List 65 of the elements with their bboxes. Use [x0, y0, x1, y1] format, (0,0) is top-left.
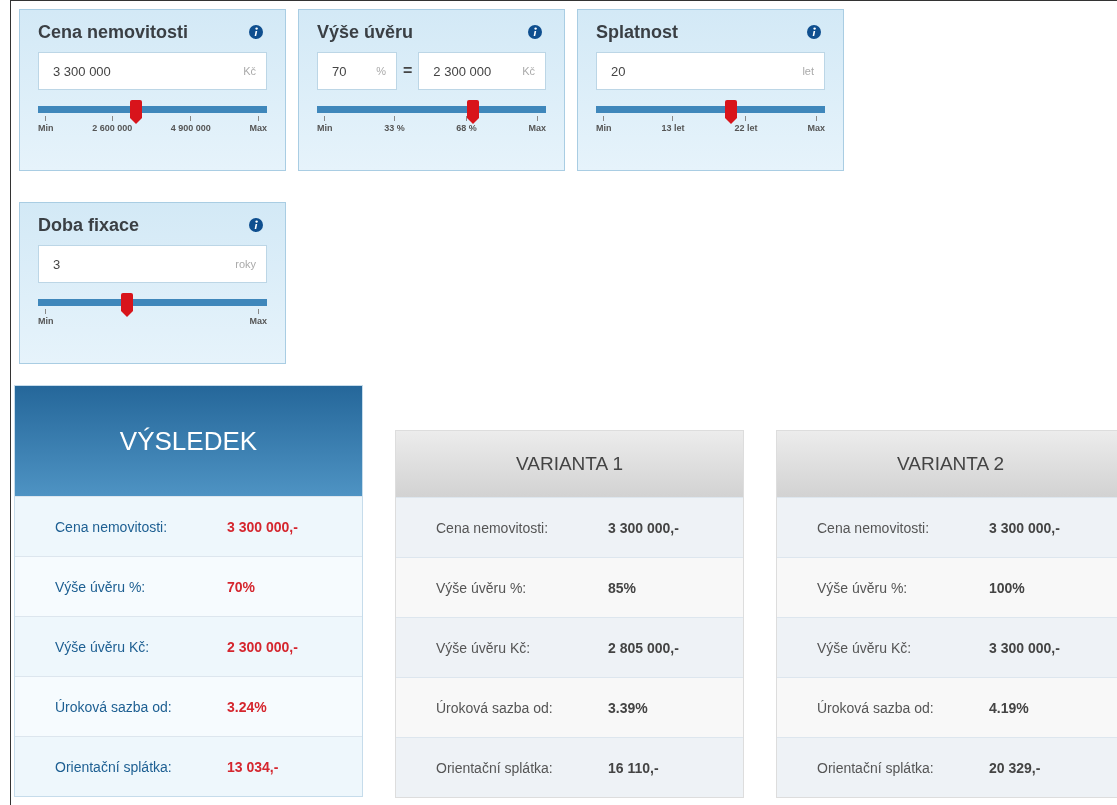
tick-label: 2 600 000	[92, 123, 133, 133]
tick-label: Min	[317, 123, 333, 133]
result-header: VARIANTA 1	[396, 431, 743, 497]
row-value: 3.39%	[608, 699, 648, 716]
row-label: Výše úvěru Kč:	[817, 639, 913, 656]
tick-label: Max	[249, 316, 267, 326]
row-label: Úroková sazba od:	[55, 698, 173, 715]
row-value: 3 300 000,-	[989, 519, 1060, 536]
row-value: 3 300 000,-	[608, 519, 679, 536]
input-field[interactable]: 20 let	[596, 52, 825, 90]
row-value: 2 805 000,-	[608, 639, 679, 656]
row-label: Cena nemovitosti:	[436, 519, 550, 536]
row-value: 70%	[227, 578, 256, 595]
row-label: Úroková sazba od:	[436, 699, 554, 716]
tick-label: Min	[596, 123, 612, 133]
row-label: Výše úvěru %:	[55, 578, 147, 595]
input-field[interactable]: 3 roky	[38, 245, 267, 283]
tick-label: 33 %	[384, 123, 405, 133]
row-label: Orientační splátka:	[55, 758, 173, 775]
card-title: Výše úvěru	[317, 21, 414, 43]
row-value: 3.24%	[227, 698, 267, 715]
row-label: Výše úvěru Kč:	[436, 639, 532, 656]
row-value: 3 300 000,-	[989, 639, 1060, 656]
tick-label: Min	[38, 316, 54, 326]
tick-label: 13 let	[661, 123, 685, 133]
row-value: 3 300 000,-	[227, 518, 298, 535]
row-label: Cena nemovitosti:	[817, 519, 931, 536]
row-value: 85%	[608, 579, 637, 596]
input-field[interactable]: 70 %	[317, 52, 397, 90]
row-value: 4.19%	[989, 699, 1029, 716]
slider-thumb[interactable]	[121, 293, 134, 317]
tick-label: 68 %	[456, 123, 477, 133]
input-field[interactable]: 3 300 000 Kč	[38, 52, 267, 90]
row-value: 2 300 000,-	[227, 638, 298, 655]
row-value: 13 034,-	[227, 758, 279, 775]
tick-label: Min	[38, 123, 54, 133]
info-icon[interactable]	[528, 25, 542, 39]
row-value: 20 329,-	[989, 759, 1041, 776]
info-icon[interactable]	[807, 25, 821, 39]
slider-thumb[interactable]	[725, 100, 738, 124]
row-label: Výše úvěru %:	[436, 579, 528, 596]
equals-sign: =	[403, 62, 413, 80]
card-title: Cena nemovitosti	[38, 21, 189, 43]
result-header: VARIANTA 2	[777, 431, 1117, 497]
card-title: Splatnost	[596, 21, 678, 43]
row-label: Cena nemovitosti:	[55, 518, 169, 535]
card-title: Doba fixace	[38, 214, 140, 236]
tick-label: 22 let	[734, 123, 758, 133]
tick-label: Max	[807, 123, 825, 133]
row-label: Výše úvěru %:	[817, 579, 909, 596]
row-label: Úroková sazba od:	[817, 699, 935, 716]
tick-label: Max	[249, 123, 267, 133]
result-header: VÝSLEDEK	[15, 386, 362, 496]
slider-thumb[interactable]	[130, 100, 143, 124]
input-field[interactable]: 2 300 000 Kč	[418, 52, 546, 90]
row-label: Orientační splátka:	[436, 759, 554, 776]
slider-thumb[interactable]	[466, 100, 479, 124]
row-label: Orientační splátka:	[817, 759, 935, 776]
tick-label: Max	[528, 123, 546, 133]
row-label: Výše úvěru Kč:	[55, 638, 151, 655]
info-icon[interactable]	[249, 25, 263, 39]
row-value: 100%	[989, 579, 1025, 596]
row-value: 16 110,-	[608, 759, 659, 776]
info-icon[interactable]	[249, 218, 263, 232]
tick-label: 4 900 000	[170, 123, 211, 133]
